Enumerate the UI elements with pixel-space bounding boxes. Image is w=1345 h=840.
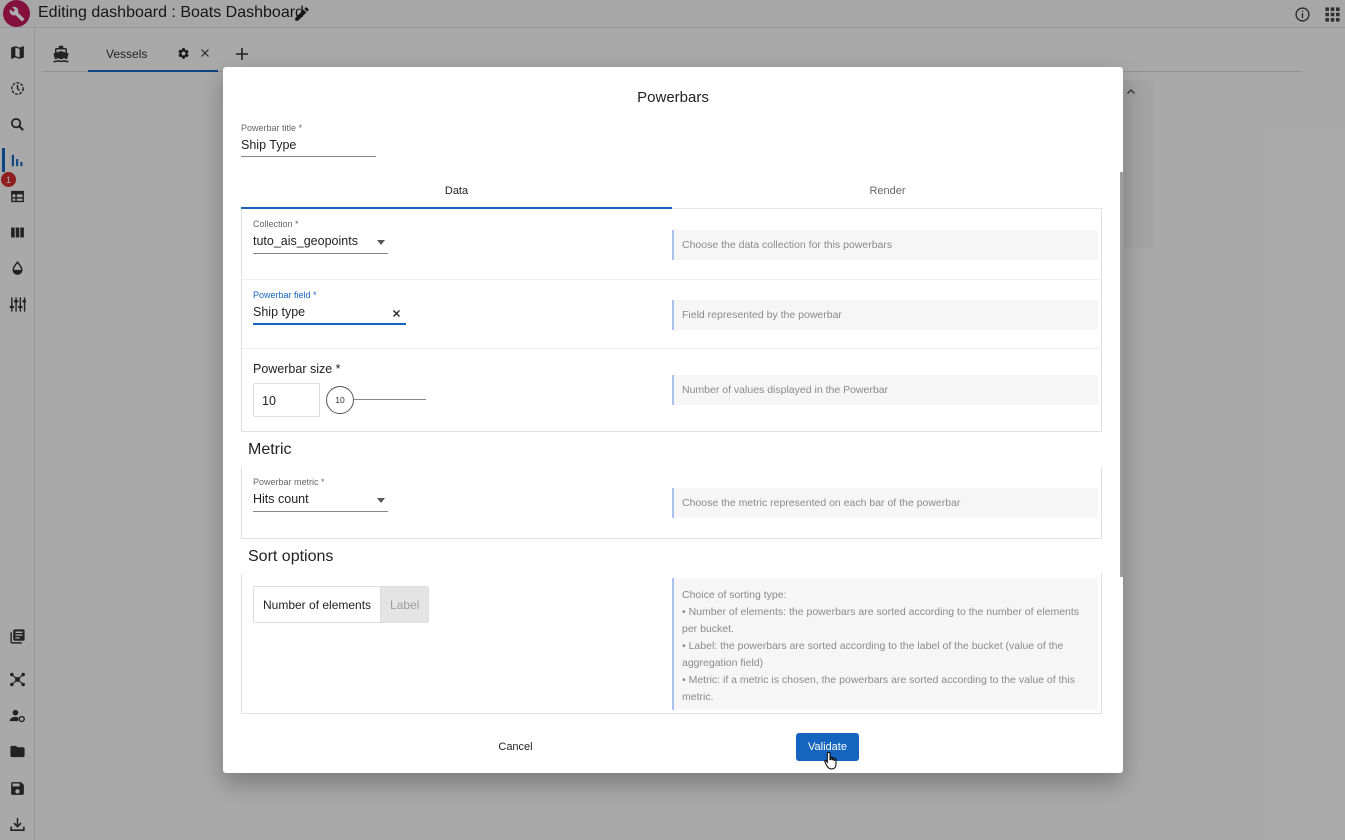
cancel-button[interactable]: Cancel: [483, 736, 548, 760]
powerbar-size-slider-track[interactable]: [353, 399, 426, 400]
dialog-scrollbar[interactable]: [1120, 172, 1123, 577]
collection-select[interactable]: tuto_ais_geopoints: [253, 234, 358, 248]
powerbar-field-label: Powerbar field *: [253, 290, 317, 300]
powerbar-metric-underline: [253, 511, 388, 512]
sort-help-line: • Label: the powerbars are sorted accord…: [682, 640, 1064, 669]
metric-heading: Metric: [248, 441, 292, 458]
sort-option-label[interactable]: Label: [380, 587, 429, 622]
row-divider: [242, 348, 1101, 349]
collection-label: Collection *: [253, 219, 299, 229]
powerbar-size-help: Number of values displayed in the Powerb…: [672, 375, 1098, 405]
sort-help-line: Choice of sorting type:: [682, 589, 787, 601]
powerbar-metric-select[interactable]: Hits count: [253, 492, 309, 506]
hand-cursor-icon: [824, 751, 837, 770]
powerbar-size-input[interactable]: 10: [253, 383, 320, 417]
row-divider: [242, 279, 1101, 280]
sort-help-line: • Metric: if a metric is chosen, the pow…: [682, 674, 1075, 703]
tab-render[interactable]: Render: [672, 176, 1103, 209]
powerbar-title-input[interactable]: Ship Type: [241, 138, 296, 152]
powerbar-size-label: Powerbar size *: [253, 362, 341, 376]
tab-data[interactable]: Data: [241, 176, 672, 209]
collection-help: Choose the data collection for this powe…: [672, 230, 1098, 260]
sort-help: Choice of sorting type: • Number of elem…: [672, 578, 1098, 710]
powerbar-metric-label: Powerbar metric *: [253, 477, 325, 487]
powerbar-title-underline: [241, 156, 376, 157]
sort-help-line: • Number of elements: the powerbars are …: [682, 606, 1080, 635]
sort-option-number-of-elements[interactable]: Number of elements: [254, 587, 381, 622]
sort-toggle-group: Number of elements Label: [253, 586, 430, 623]
powerbar-field-underline: [253, 323, 406, 325]
powerbar-size-slider-thumb[interactable]: 10: [326, 386, 354, 414]
clear-icon[interactable]: [392, 309, 401, 318]
powerbar-metric-help: Choose the metric represented on each ba…: [672, 488, 1098, 518]
chevron-down-icon[interactable]: [377, 240, 385, 245]
sort-options-heading: Sort options: [248, 548, 334, 565]
collection-underline: [253, 253, 388, 254]
powerbar-title-label: Powerbar title *: [241, 123, 303, 133]
powerbar-field-input[interactable]: Ship type: [253, 305, 305, 319]
powerbar-config-dialog: Powerbars Powerbar title * Ship Type Dat…: [223, 67, 1123, 773]
powerbar-field-help: Field represented by the powerbar: [672, 300, 1098, 330]
dialog-title: Powerbars: [637, 89, 709, 106]
chevron-down-icon[interactable]: [377, 498, 385, 503]
